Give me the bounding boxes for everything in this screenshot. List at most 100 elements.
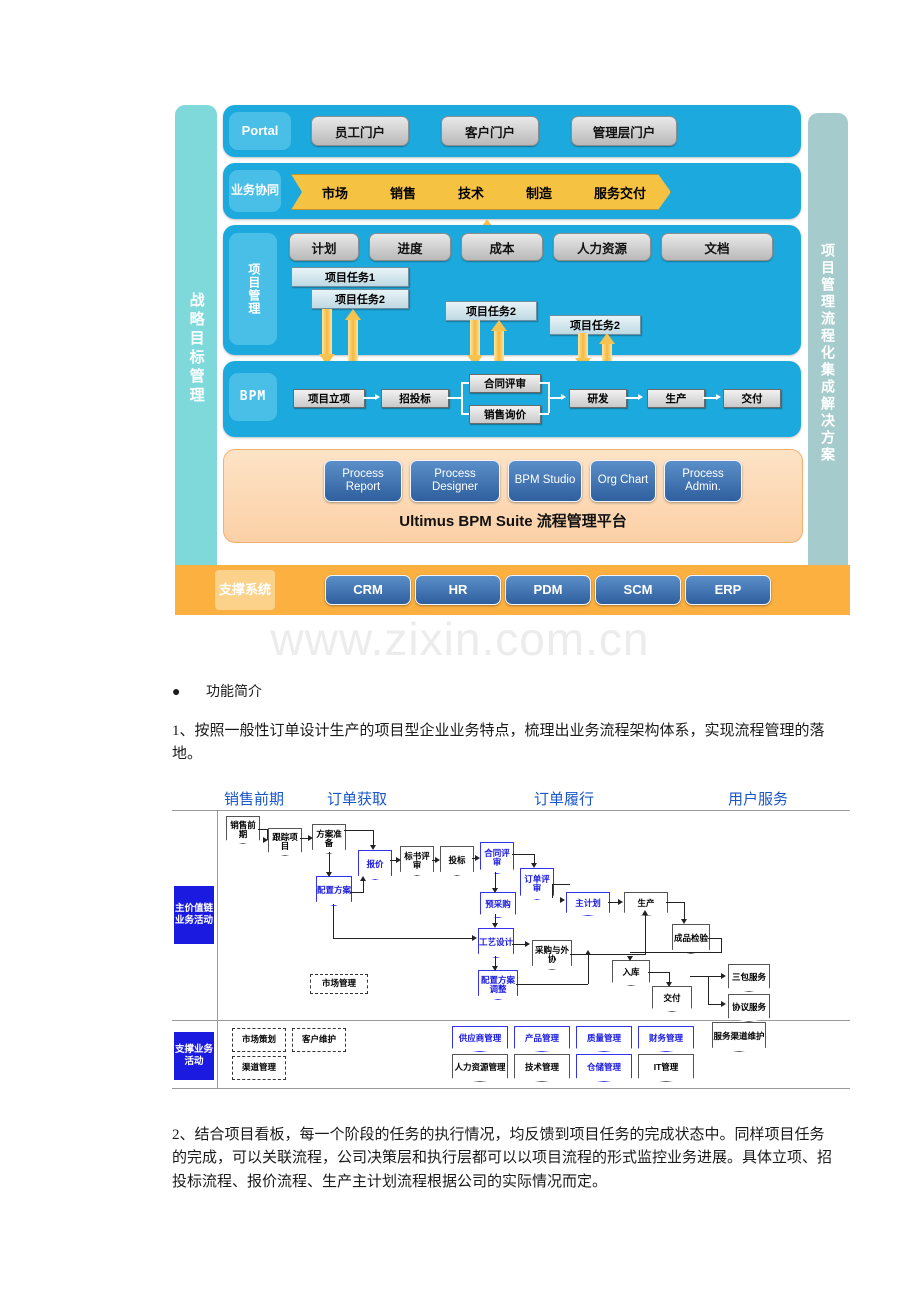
bpm-node-contract-review[interactable]: 合同评审 bbox=[469, 374, 541, 393]
node-presales[interactable]: 销售前期 bbox=[226, 816, 260, 844]
support-node-it-management[interactable]: IT管理 bbox=[638, 1054, 694, 1082]
bpm-arrow-5 bbox=[716, 394, 721, 400]
vc-arrow-8 bbox=[475, 855, 480, 861]
left-pillar-label: 战略目标管理 bbox=[187, 292, 204, 406]
node-order-review[interactable]: 订单评审 bbox=[520, 868, 554, 900]
arrow-up-2 bbox=[491, 320, 507, 366]
bpm-node-delivery[interactable]: 交付 bbox=[723, 389, 781, 408]
lane-label-main-text: 主价值链业务活动 bbox=[174, 903, 214, 927]
node-contract-review[interactable]: 合同评审 bbox=[480, 842, 514, 874]
bpm-node-bidding[interactable]: 招投标 bbox=[381, 389, 449, 408]
vc-arrow-13 bbox=[681, 919, 687, 924]
pm-item-cost[interactable]: 成本 bbox=[461, 233, 543, 261]
task-box-1[interactable]: 项目任务1 bbox=[291, 267, 409, 287]
bpm-tag: BPM bbox=[229, 373, 277, 421]
task-box-4[interactable]: 项目任务2 bbox=[549, 315, 641, 335]
support-node-customer-maintenance[interactable]: 客户维护 bbox=[292, 1028, 346, 1052]
node-market-management[interactable]: 市场管理 bbox=[310, 974, 368, 994]
node-agreement-service[interactable]: 协议服务 bbox=[728, 994, 770, 1022]
node-config-plan[interactable]: 配置方案 bbox=[316, 876, 352, 906]
vc-arrow-19 bbox=[525, 941, 530, 947]
node-master-plan[interactable]: 主计划 bbox=[566, 892, 610, 916]
watermark: www.zixin.com.cn bbox=[200, 612, 720, 666]
support-node-quality-management[interactable]: 质量管理 bbox=[576, 1026, 632, 1052]
support-btn-erp[interactable]: ERP bbox=[685, 575, 771, 605]
vc-conn-5b bbox=[363, 880, 364, 893]
node-config-adjust[interactable]: 配置方案调整 bbox=[478, 970, 518, 1000]
portal-item-customer[interactable]: 客户门户 bbox=[441, 116, 539, 146]
node-process-design[interactable]: 工艺设计 bbox=[478, 928, 514, 958]
suite-btn-org-chart[interactable]: Org Chart bbox=[590, 460, 656, 502]
pm-item-plan[interactable]: 计划 bbox=[289, 233, 359, 261]
support-node-product-management[interactable]: 产品管理 bbox=[514, 1026, 570, 1052]
vc-conn-19 bbox=[512, 944, 526, 945]
support-btn-crm[interactable]: CRM bbox=[325, 575, 411, 605]
pm-item-hr[interactable]: 人力资源 bbox=[553, 233, 651, 261]
left-pillar-strategy: 战略目标管理 bbox=[175, 105, 217, 593]
bpm-node-rnd[interactable]: 研发 bbox=[569, 389, 627, 408]
support-tag: 支撑系统 bbox=[215, 570, 275, 610]
phase-customer-service: 用户服务 bbox=[728, 788, 788, 809]
support-node-supplier-management[interactable]: 供应商管理 bbox=[452, 1026, 508, 1052]
vc-arrow-18 bbox=[472, 935, 477, 941]
bpm-connector-2 bbox=[447, 397, 461, 399]
vc-conn-9 bbox=[512, 854, 534, 855]
collaboration-tag-label: 业务协同 bbox=[231, 184, 279, 197]
support-btn-pdm[interactable]: PDM bbox=[505, 575, 591, 605]
node-bid-review[interactable]: 标书评审 bbox=[400, 846, 434, 876]
vc-arrow-3 bbox=[370, 845, 376, 850]
chevron-technology[interactable]: 技术 bbox=[427, 174, 509, 210]
node-track-project[interactable]: 跟踪项目 bbox=[268, 828, 302, 856]
bpm-node-production[interactable]: 生产 bbox=[647, 389, 705, 408]
pm-item-schedule[interactable]: 进度 bbox=[369, 233, 451, 261]
task-box-3[interactable]: 项目任务2 bbox=[445, 301, 537, 321]
vc-arrow-23 bbox=[642, 910, 648, 915]
paragraph-1: 1、按照一般性订单设计生产的项目型企业业务特点，梳理出业务流程架构体系，实现流程… bbox=[172, 720, 834, 767]
bpm-connector-5 bbox=[703, 397, 717, 399]
suite-btn-process-admin[interactable]: Process Admin. bbox=[664, 460, 742, 502]
node-warranty-service[interactable]: 三包服务 bbox=[728, 964, 770, 992]
suite-btn-bpm-studio[interactable]: BPM Studio bbox=[508, 460, 582, 502]
chevron-sales[interactable]: 销售 bbox=[359, 174, 441, 210]
support-node-warehouse-management[interactable]: 仓储管理 bbox=[576, 1054, 632, 1082]
support-node-finance-management[interactable]: 财务管理 bbox=[638, 1026, 694, 1052]
bpm-node-initiation[interactable]: 项目立项 bbox=[293, 389, 365, 408]
lane-divider bbox=[217, 810, 218, 1088]
node-delivery[interactable]: 交付 bbox=[652, 986, 692, 1012]
support-node-tech-management[interactable]: 技术管理 bbox=[514, 1054, 570, 1082]
support-node-channel-management[interactable]: 渠道管理 bbox=[232, 1056, 286, 1080]
task-box-2[interactable]: 项目任务2 bbox=[311, 289, 409, 309]
node-pre-purchase[interactable]: 预采购 bbox=[480, 892, 516, 918]
portal-item-management[interactable]: 管理层门户 bbox=[571, 116, 677, 146]
vc-conn-22 bbox=[570, 954, 588, 955]
node-product-inspection[interactable]: 成品检验 bbox=[672, 924, 710, 954]
chevron-service-delivery[interactable]: 服务交付 bbox=[563, 174, 671, 210]
bpm-connector-2a bbox=[461, 382, 469, 384]
node-bidding[interactable]: 投标 bbox=[440, 846, 474, 876]
node-warehousing[interactable]: 入库 bbox=[612, 960, 650, 986]
bpm-connector-3 bbox=[548, 397, 562, 399]
pm-item-document[interactable]: 文档 bbox=[661, 233, 773, 261]
divider-bottom bbox=[172, 1088, 850, 1089]
vc-conn-14c bbox=[721, 938, 722, 953]
support-node-service-channel[interactable]: 服务渠道维护 bbox=[712, 1022, 766, 1052]
chevron-market[interactable]: 市场 bbox=[291, 174, 373, 210]
support-node-market-planning[interactable]: 市场策划 bbox=[232, 1028, 286, 1052]
collaboration-tag: 业务协同 bbox=[229, 170, 281, 212]
vc-conn-11 bbox=[552, 884, 570, 885]
suite-btn-process-report[interactable]: Process Report bbox=[324, 460, 402, 502]
node-purchase-outsource[interactable]: 采购与外协 bbox=[532, 940, 572, 970]
portal-item-employee[interactable]: 员工门户 bbox=[311, 116, 409, 146]
divider-top bbox=[172, 810, 850, 811]
node-proposal-prep[interactable]: 方案准备 bbox=[312, 824, 346, 854]
support-btn-hr[interactable]: HR bbox=[415, 575, 501, 605]
bpm-node-sales-quote[interactable]: 销售询价 bbox=[469, 405, 541, 424]
support-btn-scm[interactable]: SCM bbox=[595, 575, 681, 605]
chevron-manufacturing[interactable]: 制造 bbox=[495, 174, 577, 210]
support-node-hr-management[interactable]: 人力资源管理 bbox=[452, 1054, 508, 1082]
paragraph-2: 2、结合项目看板，每一个阶段的任务的执行情况，均反馈到项目任务的完成状态中。同样… bbox=[172, 1124, 834, 1194]
layer-bpm: BPM 项目立项 招投标 合同评审 销售询价 研发 生产 交付 bbox=[223, 361, 801, 437]
right-pillar-solution: 项目管理流程化集成解决方案 bbox=[808, 113, 848, 593]
bpm-connector-4 bbox=[625, 397, 639, 399]
suite-btn-process-designer[interactable]: Process Designer bbox=[410, 460, 500, 502]
